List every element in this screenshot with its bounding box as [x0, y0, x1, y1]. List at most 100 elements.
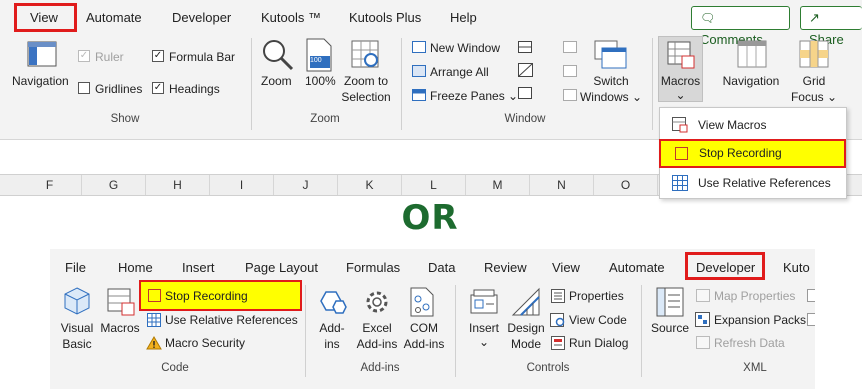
export-icon[interactable] — [807, 313, 815, 326]
navigation-button[interactable]: Navigation — [12, 74, 69, 88]
gridlines-label: Gridlines — [95, 82, 143, 96]
tab-developer[interactable]: Developer — [172, 7, 231, 29]
insert-controls-button[interactable]: Insert — [462, 321, 506, 335]
zoom-100-button[interactable]: 100% — [305, 74, 336, 88]
stop-recording-icon — [675, 147, 688, 160]
view-side-by-side-icon[interactable] — [563, 41, 577, 53]
reset-window-position-icon[interactable] — [563, 89, 577, 101]
xml-source-button[interactable]: Source — [647, 321, 693, 335]
properties-button[interactable]: Properties — [569, 289, 624, 303]
design-mode-icon — [511, 287, 540, 316]
menu-item-use-relative-references[interactable]: Use Relative References — [660, 170, 846, 196]
synchronous-scrolling-icon[interactable] — [563, 65, 577, 77]
bottom-ribbon: File Home Insert Page Layout Formulas Da… — [50, 249, 815, 389]
tab-home[interactable]: Home — [118, 257, 153, 279]
column-header[interactable]: G — [82, 175, 146, 195]
controls-group-label: Controls — [526, 362, 570, 374]
freeze-panes-button[interactable]: Freeze Panes ⌄ — [430, 89, 518, 103]
com-add-ins-line2[interactable]: Add-ins — [400, 337, 448, 351]
warning-icon — [146, 336, 162, 350]
share-button[interactable]: ↗ Share — [800, 6, 862, 47]
visual-basic-line1[interactable]: Visual — [54, 321, 100, 335]
view-code-button[interactable]: View Code — [569, 313, 627, 327]
excel-add-ins-line2[interactable]: Add-ins — [350, 337, 404, 351]
tab-help[interactable]: Help — [450, 7, 477, 29]
freeze-panes-icon — [412, 89, 426, 101]
tab-kutools[interactable]: Kutools ™ — [261, 7, 321, 29]
tab-page-layout[interactable]: Page Layout — [245, 257, 318, 279]
column-header[interactable]: K — [338, 175, 402, 195]
column-header[interactable]: I — [210, 175, 274, 195]
switch-windows-line1[interactable]: Switch — [581, 74, 641, 88]
zoom-magnifier-icon — [263, 40, 294, 71]
column-header[interactable]: M — [466, 175, 530, 195]
map-properties-button[interactable]: Map Properties — [714, 289, 795, 303]
menu-item-stop-recording[interactable]: Stop Recording — [659, 139, 846, 168]
tab-kutools-plus[interactable]: Kutools Plus — [349, 7, 421, 29]
formula-bar-checkbox[interactable]: ✓ — [152, 50, 164, 62]
switch-windows-line2[interactable]: Windows ⌄ — [578, 90, 644, 104]
zoom-button[interactable]: Zoom — [261, 74, 292, 88]
design-mode-line2[interactable]: Mode — [502, 337, 550, 351]
grid-focus-line2[interactable]: Focus ⌄ — [788, 90, 840, 104]
window-group-label: Window — [504, 113, 546, 125]
excel-add-ins-line1[interactable]: Excel — [350, 321, 404, 335]
tab-formulas[interactable]: Formulas — [346, 257, 400, 279]
insert-chevron-down-icon: ⌄ — [478, 335, 490, 349]
column-header[interactable]: H — [146, 175, 210, 195]
column-header[interactable]: N — [530, 175, 594, 195]
design-mode-line1[interactable]: Design — [502, 321, 550, 335]
new-window-button[interactable]: New Window — [430, 41, 500, 55]
hide-window-icon[interactable] — [518, 63, 533, 77]
tab-insert[interactable]: Insert — [182, 257, 215, 279]
macros-button[interactable]: Macros — [98, 321, 142, 335]
expansion-packs-button[interactable]: Expansion Packs — [714, 313, 806, 327]
macro-security-button[interactable]: Macro Security — [165, 336, 245, 350]
visual-basic-icon — [64, 287, 90, 315]
split-icon[interactable] — [518, 41, 532, 53]
com-add-ins-line1[interactable]: COM — [400, 321, 448, 335]
arrange-all-icon — [412, 65, 426, 77]
tab-review[interactable]: Review — [484, 257, 527, 279]
stop-recording-button[interactable]: Stop Recording — [165, 289, 248, 303]
tab-kutools[interactable]: Kuto — [783, 257, 810, 279]
column-header[interactable]: L — [402, 175, 466, 195]
navigation2-button[interactable]: Navigation — [716, 74, 786, 88]
stop-recording-icon — [148, 289, 161, 302]
tab-automate[interactable]: Automate — [609, 257, 665, 279]
unhide-window-icon[interactable] — [518, 87, 532, 99]
refresh-data-button[interactable]: Refresh Data — [714, 336, 785, 350]
tab-file[interactable]: File — [65, 257, 86, 279]
switch-windows-icon — [594, 40, 627, 69]
visual-basic-line2[interactable]: Basic — [54, 337, 100, 351]
grid-focus-icon — [799, 40, 829, 68]
column-header[interactable]: O — [594, 175, 658, 195]
map-properties-icon — [696, 289, 710, 302]
arrange-all-button[interactable]: Arrange All — [430, 65, 489, 79]
tab-view[interactable]: View — [552, 257, 580, 279]
zoom-100-icon-text: 100 — [310, 57, 322, 64]
comments-button[interactable]: 🗨 Comments — [691, 6, 790, 47]
grid-focus-line1[interactable]: Grid — [788, 74, 840, 88]
zoom-to-selection-line2[interactable]: Selection — [338, 90, 394, 104]
ruler-checkbox[interactable]: ✓ — [78, 50, 90, 62]
zoom-to-selection-line1[interactable]: Zoom to — [338, 74, 394, 88]
divider — [251, 38, 252, 130]
add-ins-line2[interactable]: ins — [310, 337, 354, 351]
gridlines-checkbox[interactable] — [78, 82, 90, 94]
add-ins-line1[interactable]: Add- — [310, 321, 354, 335]
run-dialog-icon — [551, 336, 565, 350]
menu-item-view-macros[interactable]: View Macros — [660, 112, 846, 138]
column-header[interactable]: J — [274, 175, 338, 195]
refresh-data-icon — [696, 336, 710, 349]
tab-data[interactable]: Data — [428, 257, 455, 279]
run-dialog-button[interactable]: Run Dialog — [569, 336, 628, 350]
tab-automate[interactable]: Automate — [86, 7, 142, 29]
macros-label: Macros — [660, 74, 701, 88]
use-relative-references-button[interactable]: Use Relative References — [165, 313, 298, 327]
headings-checkbox[interactable]: ✓ — [152, 82, 164, 94]
or-divider-text: OR — [401, 198, 459, 238]
import-icon[interactable] — [807, 289, 815, 302]
insert-controls-icon — [470, 289, 498, 314]
column-header[interactable]: F — [18, 175, 82, 195]
